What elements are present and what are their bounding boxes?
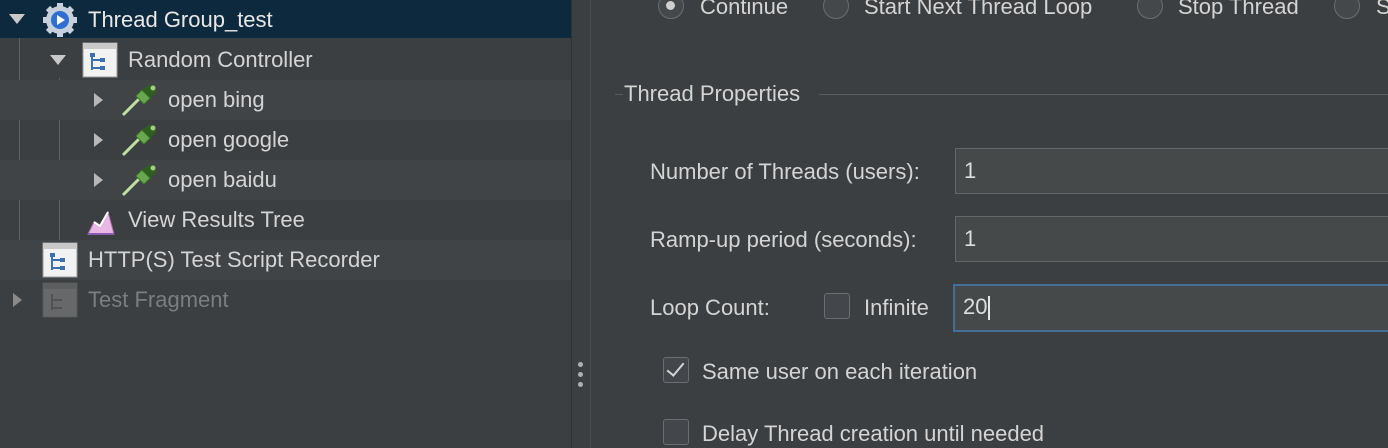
num-threads-input[interactable]: 1 xyxy=(955,148,1388,194)
tree-node-label: Thread Group_test xyxy=(88,7,273,32)
tree-node-view-results-tree[interactable]: View Results Tree xyxy=(0,200,571,240)
same-user-checkbox[interactable] xyxy=(663,357,689,383)
expand-toggle-icon[interactable] xyxy=(13,293,22,307)
infinite-checkbox[interactable] xyxy=(824,293,850,319)
tree-node-thread-group[interactable]: Thread Group_test xyxy=(0,0,571,38)
ramp-up-input[interactable]: 1 xyxy=(955,216,1388,262)
radio-label-stop-test: S xyxy=(1376,0,1388,19)
radio-stop-thread[interactable] xyxy=(1137,0,1163,19)
expand-toggle-icon[interactable] xyxy=(9,14,25,24)
chart-icon xyxy=(86,206,116,242)
pipette-icon xyxy=(120,82,160,124)
controller-icon xyxy=(42,242,78,284)
thread-group-config-panel: Continue Start Next Thread Loop Stop Thr… xyxy=(591,0,1388,448)
pipette-icon xyxy=(120,162,160,204)
expand-toggle-icon[interactable] xyxy=(94,173,103,187)
text-caret xyxy=(988,296,990,321)
controller-icon xyxy=(42,282,78,324)
tree-node-label: Random Controller xyxy=(128,47,313,72)
expand-toggle-icon[interactable] xyxy=(94,93,103,107)
tree-node-label: open bing xyxy=(168,87,265,112)
test-plan-tree[interactable]: Thread Group_test Random Controller open… xyxy=(0,0,571,448)
radio-start-next-thread-loop[interactable] xyxy=(823,0,849,19)
drag-handle-dot xyxy=(578,362,583,367)
tree-node-label: open google xyxy=(168,127,290,152)
fieldset-border xyxy=(615,94,623,95)
delay-thread-checkbox[interactable] xyxy=(663,419,689,445)
split-pane-divider[interactable] xyxy=(571,0,591,448)
tree-node-label: Test Fragment xyxy=(88,287,229,312)
pipette-icon xyxy=(120,122,160,164)
fieldset-border xyxy=(819,94,1388,95)
expand-toggle-icon[interactable] xyxy=(94,133,103,147)
radio-label-start-next-thread-loop: Start Next Thread Loop xyxy=(864,0,1093,19)
radio-label-continue: Continue xyxy=(700,0,789,19)
delay-thread-label: Delay Thread creation until needed xyxy=(702,421,1045,446)
same-user-label: Same user on each iteration xyxy=(702,359,978,384)
radio-label-stop-thread: Stop Thread xyxy=(1178,0,1299,19)
loop-count-input[interactable]: 20 xyxy=(953,284,1388,332)
radio-stop-test[interactable] xyxy=(1334,0,1360,19)
tree-node-open-baidu[interactable]: open baidu xyxy=(0,160,571,200)
ramp-up-label: Ramp-up period (seconds): xyxy=(650,227,917,252)
controller-icon xyxy=(82,42,118,84)
fieldset-legend: Thread Properties xyxy=(624,81,801,106)
num-threads-label: Number of Threads (users): xyxy=(650,159,920,184)
drag-handle-dot xyxy=(578,372,583,377)
gear-icon xyxy=(42,3,78,43)
infinite-label: Infinite xyxy=(864,295,929,320)
tree-node-label: open baidu xyxy=(168,167,277,192)
tree-node-test-fragment[interactable]: Test Fragment xyxy=(0,280,571,320)
radio-continue[interactable] xyxy=(658,0,684,19)
tree-node-random-controller[interactable]: Random Controller xyxy=(0,40,571,80)
loop-count-value: 20 xyxy=(963,294,988,319)
loop-count-label: Loop Count: xyxy=(650,295,770,320)
tree-node-http-recorder[interactable]: HTTP(S) Test Script Recorder xyxy=(0,240,571,280)
tree-node-open-bing[interactable]: open bing xyxy=(0,80,571,120)
drag-handle-dot xyxy=(578,382,583,387)
tree-node-label: View Results Tree xyxy=(128,207,305,232)
tree-node-label: HTTP(S) Test Script Recorder xyxy=(88,247,380,272)
expand-toggle-icon[interactable] xyxy=(50,55,66,65)
tree-node-open-google[interactable]: open google xyxy=(0,120,571,160)
